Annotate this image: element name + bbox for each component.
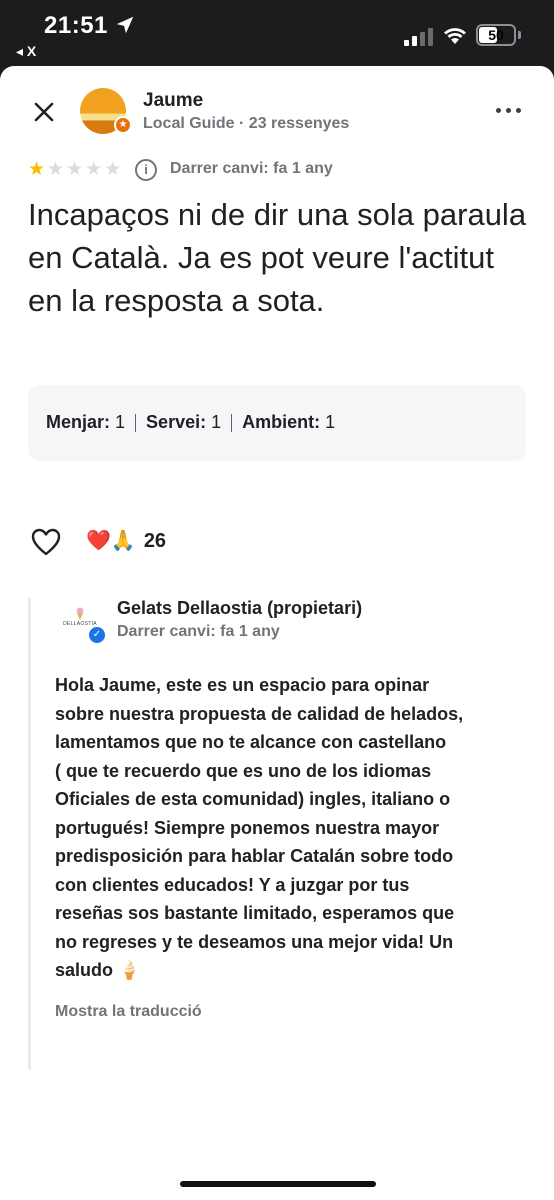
reactions-summary[interactable]: ❤️🙏 26 (86, 528, 166, 554)
like-heart-icon[interactable] (30, 527, 62, 557)
owner-logo-text: DELLAOSTIA (63, 621, 97, 627)
review-edited-date: Darrer canvi: fa 1 any (170, 160, 333, 177)
star-rating: ★ ★ ★ ★ ★ (28, 160, 121, 180)
home-indicator[interactable] (180, 1181, 376, 1187)
rating-service-label: Servei: (146, 412, 207, 432)
divider (135, 413, 137, 432)
aspect-ratings: Menjar: 1 Servei: 1 Ambient: 1 (46, 412, 335, 433)
status-time: 21:51 (44, 12, 108, 39)
close-icon[interactable] (30, 98, 58, 126)
battery-icon: 50 (476, 24, 516, 46)
rating-food-label: Menjar: (46, 412, 111, 432)
status-bar: 21:51 ◂ X 50 (0, 0, 554, 66)
rating-atmosphere-label: Ambient: (242, 412, 321, 432)
reply-thread-line (28, 598, 31, 1070)
location-arrow-icon (116, 16, 134, 34)
author-name[interactable]: Jaume (143, 90, 203, 112)
rating-atmosphere-value: 1 (325, 412, 336, 432)
author-meta: Local Guide · 23 ressenyes (143, 115, 350, 132)
star-icon-empty: ★ (85, 159, 103, 180)
review-sheet: ★ Jaume Local Guide · 23 ressenyes ★ ★ ★… (0, 66, 554, 1200)
review-text: Incapaços ni de dir una sola paraula en … (28, 197, 527, 318)
cellular-signal-icon (404, 28, 434, 46)
owner-reply-text: Hola Jaume, este es un espacio para opin… (55, 675, 464, 980)
aspect-ratings-box: Menjar: 1 Servei: 1 Ambient: 1 (28, 385, 526, 461)
ice-cream-logo-icon (76, 607, 84, 620)
show-translation-link[interactable]: Mostra la traducció (55, 1003, 202, 1021)
divider (231, 413, 233, 432)
back-to-app-link[interactable]: ◂ X (16, 43, 36, 60)
reactions-count: 26 (143, 530, 167, 552)
star-icon-empty: ★ (47, 159, 65, 180)
rating-food-value: 1 (115, 412, 126, 432)
local-guide-star-icon: ★ (114, 116, 132, 134)
star-icon-filled: ★ (28, 159, 46, 180)
owner-reply-edited-date: Darrer canvi: fa 1 any (117, 623, 280, 640)
owner-name: Gelats Dellaostia (propietari) (117, 598, 363, 618)
wifi-icon (444, 28, 466, 44)
star-icon-empty: ★ (104, 159, 122, 180)
rating-service-value: 1 (211, 412, 222, 432)
battery-level: 50 (488, 27, 504, 43)
star-icon-empty: ★ (66, 159, 84, 180)
reactions-emoji: ❤️🙏 (86, 530, 136, 552)
battery-nub (518, 31, 521, 39)
more-options-icon[interactable] (496, 106, 522, 116)
verified-check-icon: ✓ (89, 627, 105, 643)
info-icon[interactable]: i (135, 159, 157, 181)
